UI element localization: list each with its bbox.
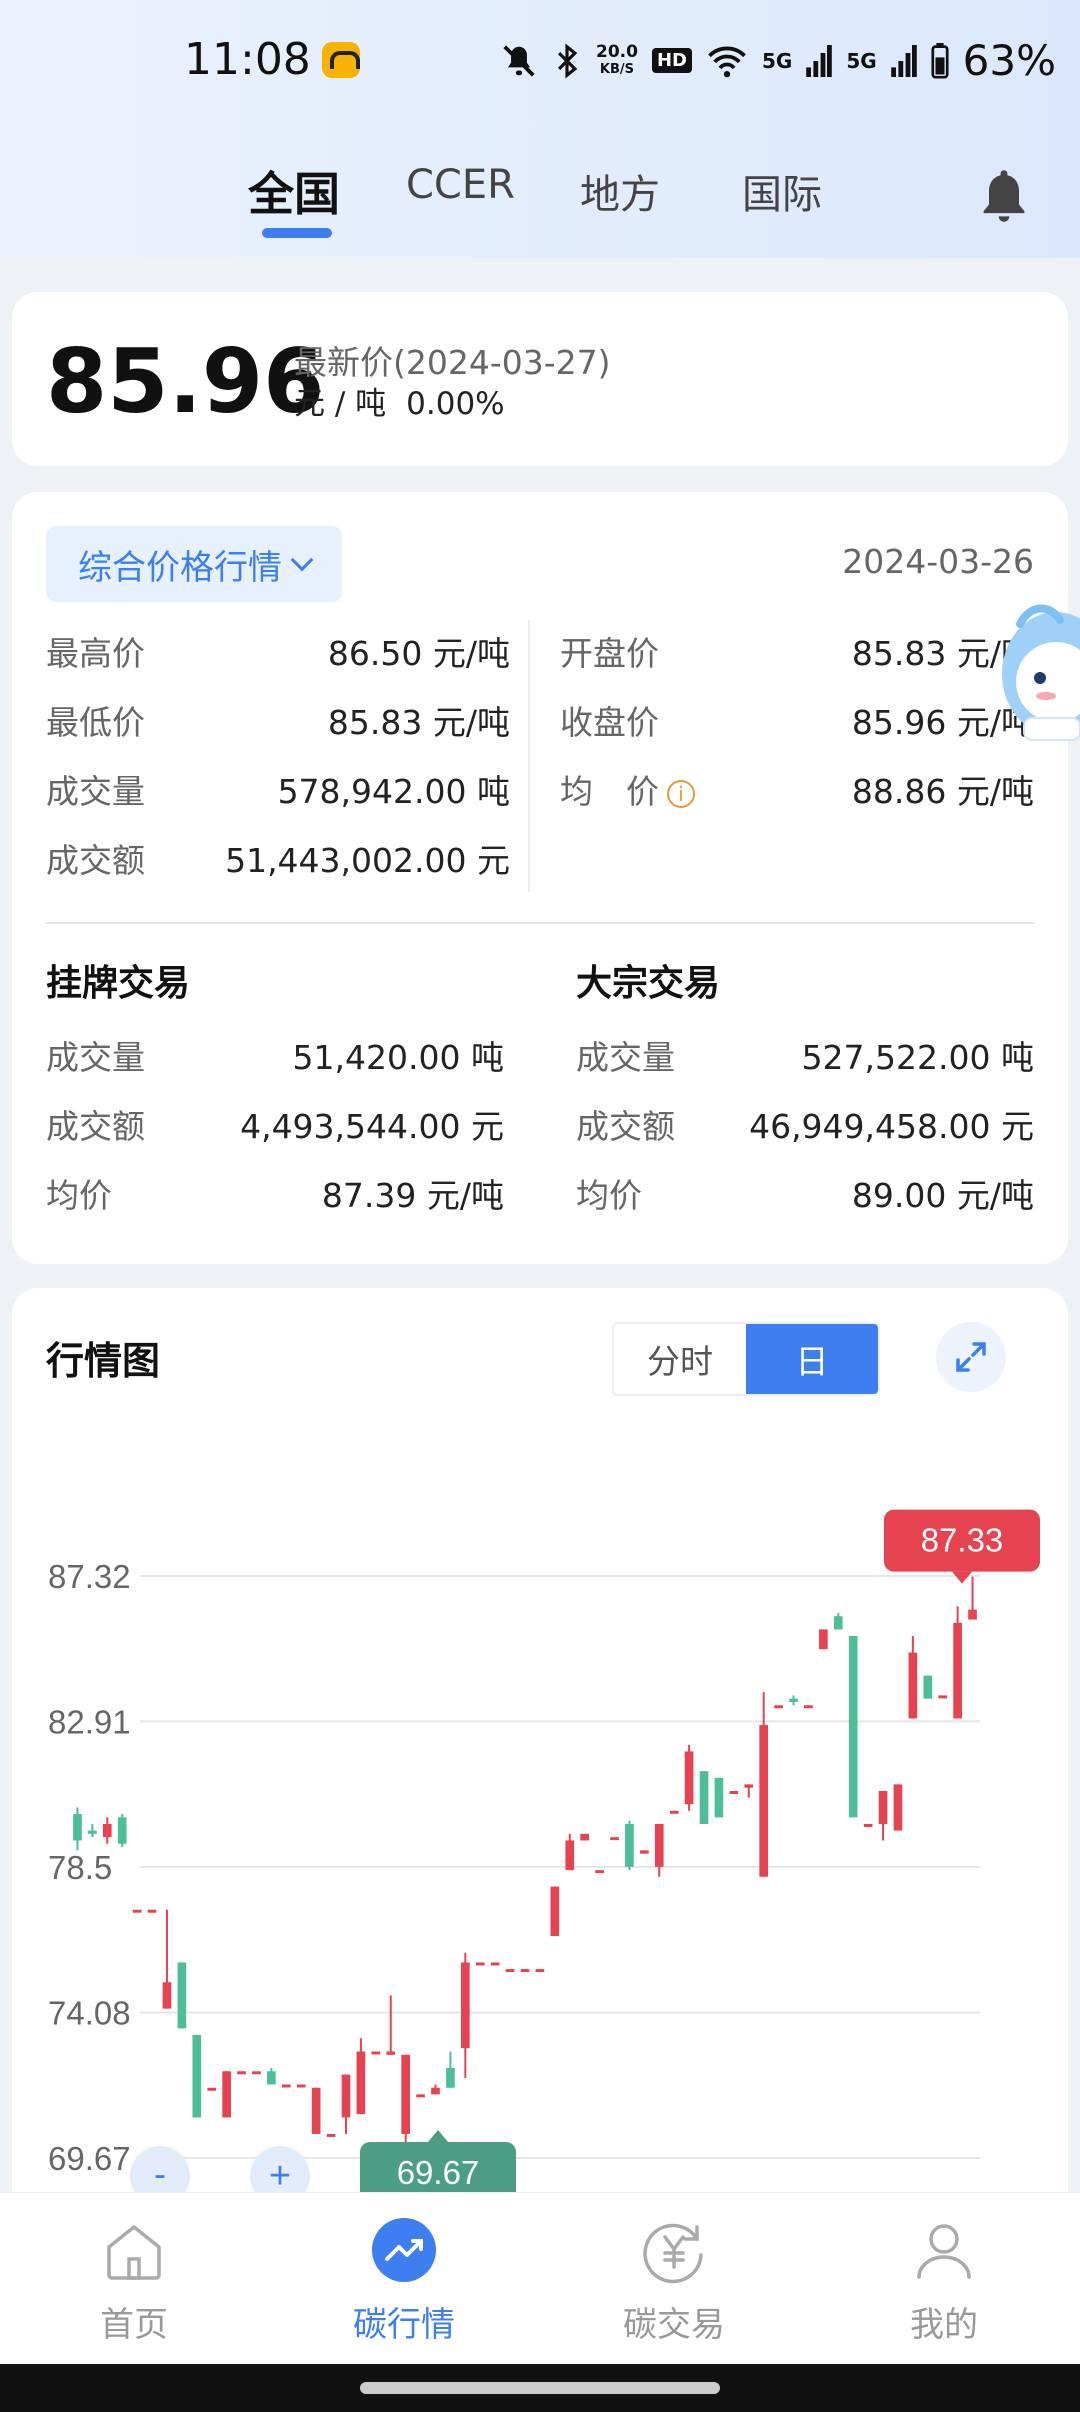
home-indicator[interactable] [360, 2382, 720, 2394]
home-icon [107, 2225, 161, 2280]
chart-title: 行情图 [46, 1339, 161, 1383]
bulk-row: 成交量 527,522.00 吨 [576, 1032, 1034, 1078]
latest-price-card: 85.96 最新价(2024-03-27) 元 / 吨 0.00% [12, 292, 1068, 466]
active-tab-indicator [262, 228, 332, 238]
price-type-dropdown[interactable]: 综合价格行情 [46, 526, 342, 602]
price-unit: 元 / 吨 [294, 386, 387, 422]
stat-label: 开盘价 [560, 634, 659, 673]
price-change: 0.00% [406, 386, 505, 422]
stat-value: 87.39 元/吨 [321, 1176, 504, 1215]
bluetooth-icon [557, 42, 578, 79]
signal-5g-label-2: 5G [846, 48, 877, 73]
stat-value: 46,949,458.00 元 [749, 1107, 1034, 1146]
stat-row: 最高价 86.50 元/吨 [46, 628, 510, 674]
signal-icon [806, 44, 833, 77]
avg-label-text: 均 价 [560, 772, 659, 811]
bell-icon[interactable] [978, 166, 1030, 226]
stat-label: 成交额 [576, 1107, 675, 1146]
bulk-row: 成交额 46,949,458.00 元 [576, 1101, 1034, 1147]
chart-period-toggle: 分时 日 [612, 1322, 880, 1396]
stat-label: 成交量 [46, 772, 145, 811]
stat-label: 最低价 [46, 703, 145, 742]
stat-label: 收盘价 [560, 703, 659, 742]
stat-value: 4,493,544.00 元 [240, 1107, 504, 1146]
stat-row: 最低价 85.83 元/吨 [46, 697, 510, 743]
intraday-button[interactable]: 分时 [614, 1324, 746, 1394]
section-divider [46, 922, 1034, 924]
nav-label: 首页 [100, 2305, 168, 2345]
stat-label: 均价 [46, 1176, 112, 1215]
column-divider [528, 620, 530, 892]
stat-label: 成交量 [46, 1038, 145, 1077]
status-time: 11:08 [184, 34, 311, 85]
bulk-trade-title: 大宗交易 [576, 963, 721, 1004]
dropdown-label: 综合价格行情 [78, 547, 282, 588]
stat-row: 开盘价 85.83 元/吨 [560, 628, 1034, 674]
fullscreen-button[interactable] [936, 1322, 1006, 1392]
stat-label: 成交量 [576, 1038, 675, 1077]
yuan-exchange-icon [643, 2223, 703, 2284]
market-info-card: 综合价格行情 2024-03-26 最高价 86.50 元/吨 最低价 85.83 … [12, 492, 1068, 1264]
nav-carbon-trade[interactable]: 碳交易 [574, 2215, 774, 2346]
user-icon [917, 2224, 971, 2279]
wifi-icon [708, 45, 746, 77]
stat-value: 85.83 元/吨 [327, 703, 510, 742]
stat-label-avg: 均 价i [560, 765, 695, 813]
stat-label: 成交额 [46, 1107, 145, 1146]
stat-label: 均价 [576, 1176, 642, 1215]
nav-label: 碳交易 [623, 2305, 725, 2345]
stat-value: 88.86 元/吨 [851, 772, 1034, 811]
signal-icon-2 [890, 44, 917, 77]
hd-badge: HD [651, 48, 692, 73]
bulk-row: 均价 89.00 元/吨 [576, 1170, 1034, 1216]
stat-value: 89.00 元/吨 [851, 1176, 1034, 1215]
listed-row: 成交额 4,493,544.00 元 [46, 1101, 504, 1147]
listed-trade-title: 挂牌交易 [46, 963, 191, 1004]
network-speed: 20.0 KB/S [596, 41, 638, 77]
latest-price-label: 最新价(2024-03-27) [294, 343, 611, 382]
stat-value: 51,420.00 吨 [292, 1038, 504, 1077]
mascot-icon[interactable] [1000, 604, 1080, 744]
stat-row: 成交额 51,443,002.00 元 [46, 835, 510, 881]
daily-button[interactable]: 日 [746, 1324, 878, 1394]
status-icons: 20.0 KB/S HD 5G 5G 63% [500, 36, 1056, 85]
tab-international[interactable]: 国际 [742, 162, 822, 220]
info-icon[interactable]: i [667, 779, 695, 808]
stat-value: 527,522.00 吨 [801, 1038, 1034, 1077]
stat-value: 51,443,002.00 元 [225, 841, 510, 880]
mute-icon [503, 44, 535, 77]
tab-national[interactable]: 全国 [248, 158, 340, 224]
market-date: 2024-03-26 [842, 542, 1034, 581]
trend-icon [372, 2218, 436, 2282]
battery-percent: 63% [962, 36, 1057, 85]
stat-value: 86.50 元/吨 [327, 634, 510, 673]
listed-row: 均价 87.39 元/吨 [46, 1170, 504, 1216]
nav-profile[interactable]: 我的 [844, 2215, 1044, 2346]
battery-icon [931, 42, 949, 79]
tab-ccer[interactable]: CCER [406, 162, 515, 208]
region-tabs: 全国 CCER 地方 国际 [0, 150, 1080, 250]
status-bar: 11:08 20.0 KB/S HD 5G 5G 63% [0, 0, 1080, 124]
bottom-navigation: 首页 碳行情 碳交易 我的 [0, 2192, 1080, 2364]
latest-price-value: 85.96 [46, 330, 325, 433]
nav-carbon-market[interactable]: 碳行情 [304, 2215, 504, 2346]
listed-row: 成交量 51,420.00 吨 [46, 1032, 504, 1078]
stat-value: 578,942.00 吨 [277, 772, 510, 811]
price-unit-line: 元 / 吨 0.00% [294, 378, 505, 423]
nav-label: 我的 [910, 2305, 978, 2345]
stat-label: 最高价 [46, 634, 145, 673]
car-app-icon [322, 42, 360, 78]
signal-5g-label-1: 5G [761, 48, 793, 73]
stat-row: 收盘价 85.96 元/吨 [560, 697, 1034, 743]
stat-row: 成交量 578,942.00 吨 [46, 766, 510, 812]
expand-icon [956, 1342, 986, 1372]
stat-label: 成交额 [46, 841, 145, 880]
tab-local[interactable]: 地方 [580, 162, 660, 220]
nav-home[interactable]: 首页 [34, 2215, 234, 2346]
chevron-down-icon [290, 548, 314, 572]
stat-row: 均 价 i 88.86 元/吨 [560, 766, 1034, 812]
nav-label: 碳行情 [353, 2305, 455, 2345]
